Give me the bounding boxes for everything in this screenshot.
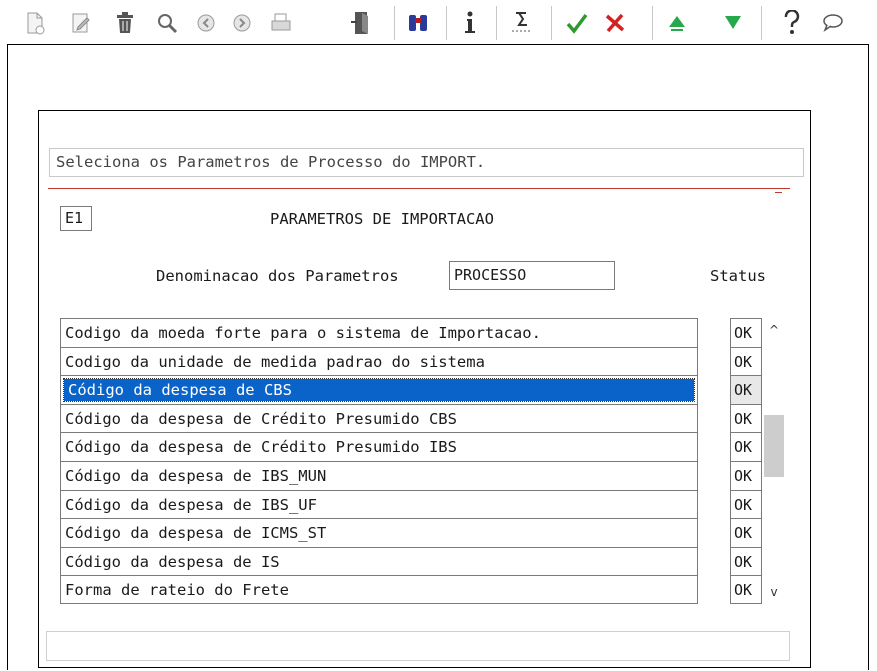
screen-title: PARAMETROS DE IMPORTACAO — [270, 210, 494, 228]
search-icon[interactable] — [152, 8, 182, 38]
status-cell[interactable]: OK — [731, 491, 761, 520]
footer-field — [46, 631, 790, 661]
list-item[interactable]: Forma de rateio do Frete — [61, 576, 697, 605]
status-cell[interactable]: OK — [731, 462, 761, 491]
help-question-icon[interactable] — [777, 8, 807, 38]
exit-door-icon[interactable] — [347, 8, 377, 38]
list-item[interactable]: Codigo da moeda forte para o sistema de … — [61, 319, 697, 348]
previous-icon[interactable] — [191, 8, 221, 38]
list-item-wrapper[interactable]: Código da despesa de CBS — [61, 376, 697, 405]
list-item-selected[interactable]: Código da despesa de CBS — [63, 378, 695, 403]
status-cell[interactable]: OK — [731, 433, 761, 462]
screen-code-field: E1 — [60, 206, 92, 231]
toolbar-separator — [496, 6, 497, 40]
toolbar-separator — [446, 6, 447, 40]
toolbar-separator — [394, 6, 395, 40]
scroll-thumb[interactable] — [764, 415, 784, 477]
parameter-list: Codigo da moeda forte para o sistema de … — [60, 318, 698, 604]
next-icon[interactable] — [227, 8, 257, 38]
sum-icon[interactable] — [506, 8, 536, 38]
list-item[interactable]: Código da despesa de IBS_UF — [61, 491, 697, 520]
toolbar-separator — [652, 6, 653, 40]
vertical-scrollbar[interactable]: ^ v — [762, 318, 786, 604]
cancel-x-icon[interactable] — [600, 8, 630, 38]
scroll-down-icon[interactable]: v — [762, 582, 786, 602]
red-divider-tick — [775, 192, 782, 193]
status-cell[interactable]: OK — [731, 319, 761, 348]
status-cell[interactable]: OK — [731, 348, 761, 377]
list-item[interactable]: Código da despesa de ICMS_ST — [61, 519, 697, 548]
status-cell[interactable]: OK — [731, 405, 761, 434]
red-divider — [48, 188, 790, 189]
scroll-up-icon[interactable]: ^ — [762, 320, 786, 340]
toolbar-separator — [761, 6, 762, 40]
binoculars-icon[interactable] — [403, 8, 433, 38]
list-item[interactable]: Codigo da unidade de medida padrao do si… — [61, 348, 697, 377]
message-bar: Seleciona os Parametros de Processo do I… — [49, 148, 804, 177]
status-cell-selected[interactable]: OK — [731, 376, 761, 405]
delete-trash-icon[interactable] — [110, 8, 140, 38]
list-item[interactable]: Código da despesa de Crédito Presumido I… — [61, 433, 697, 462]
down-arrow-icon[interactable] — [718, 8, 748, 38]
status-list: OK OK OK OK OK OK OK OK OK OK — [730, 318, 762, 604]
new-document-icon[interactable] — [20, 8, 50, 38]
toolbar — [0, 0, 877, 44]
list-item[interactable]: Código da despesa de IS — [61, 548, 697, 577]
print-icon[interactable] — [266, 8, 296, 38]
param-name-field[interactable]: PROCESSO — [449, 261, 615, 290]
status-cell[interactable]: OK — [731, 576, 761, 605]
comment-bubble-icon[interactable] — [818, 8, 848, 38]
status-header: Status — [710, 267, 766, 285]
edit-icon[interactable] — [66, 8, 96, 38]
confirm-check-icon[interactable] — [562, 8, 592, 38]
list-item[interactable]: Código da despesa de Crédito Presumido C… — [61, 405, 697, 434]
status-cell[interactable]: OK — [731, 548, 761, 577]
up-arrow-icon[interactable] — [662, 8, 692, 38]
list-item[interactable]: Código da despesa de IBS_MUN — [61, 462, 697, 491]
info-icon[interactable] — [455, 8, 485, 38]
toolbar-separator — [551, 6, 552, 40]
status-cell[interactable]: OK — [731, 519, 761, 548]
param-name-label: Denominacao dos Parametros — [156, 267, 399, 285]
